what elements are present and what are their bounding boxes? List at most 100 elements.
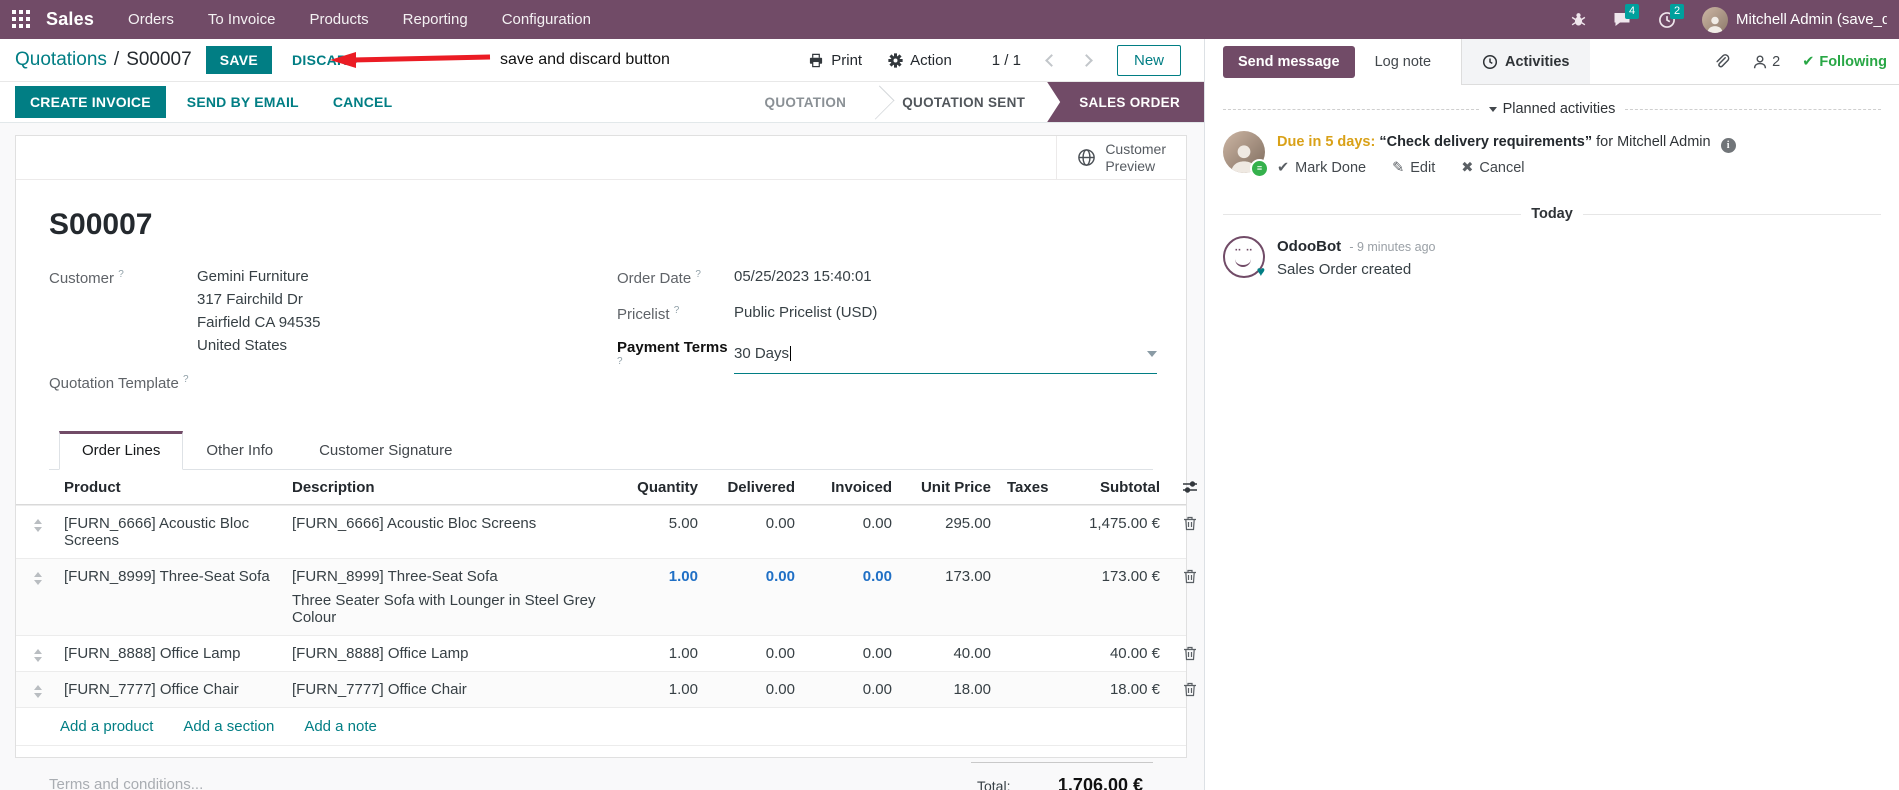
table-add-links: Add a product Add a section Add a note <box>16 707 1186 746</box>
stage-sales-order[interactable]: SALES ORDER <box>1047 82 1204 122</box>
tab-other-info[interactable]: Other Info <box>183 431 296 470</box>
record-title[interactable]: S00007 <box>49 208 1153 242</box>
create-invoice-button[interactable]: CREATE INVOICE <box>15 86 166 118</box>
heart-icon: ♥ <box>1256 263 1265 279</box>
odoobot-avatar[interactable]: ¨ ¨ ♥ <box>1223 236 1265 279</box>
drag-handle-icon[interactable] <box>16 672 60 707</box>
pager-previous-icon[interactable] <box>1045 53 1058 67</box>
print-button[interactable]: Print <box>808 52 862 69</box>
planned-activities-toggle[interactable]: Planned activities <box>1488 101 1615 117</box>
stage-separator-icon <box>868 82 880 122</box>
user-avatar <box>1702 6 1728 33</box>
menu-configuration[interactable]: Configuration <box>502 11 591 28</box>
delete-row-icon[interactable] <box>1164 672 1204 706</box>
today-label: Today <box>1531 206 1573 222</box>
table-row[interactable]: [FURN_8888] Office Lamp [FURN_8888] Offi… <box>16 635 1196 671</box>
customer-label: Customer ? <box>49 269 124 287</box>
terms-and-conditions-field[interactable]: Terms and conditions... <box>49 762 203 790</box>
cancel-activity-button[interactable]: ✖ Cancel <box>1461 160 1524 176</box>
drag-handle-icon[interactable] <box>16 506 60 541</box>
col-invoiced[interactable]: Invoiced <box>799 470 896 504</box>
order-date-field[interactable]: 05/25/2023 15:40:01 <box>734 268 1157 287</box>
activity-item: ≡ Due in 5 days: “Check delivery require… <box>1205 131 1899 178</box>
control-panel: Quotations / S00007 SAVE DISCARD save an… <box>0 39 1204 82</box>
customer-link[interactable]: Gemini Furniture <box>197 268 554 285</box>
action-button[interactable]: Action <box>888 52 952 69</box>
menu-reporting[interactable]: Reporting <box>403 11 468 28</box>
menu-to-invoice[interactable]: To Invoice <box>208 11 276 28</box>
add-a-note-link[interactable]: Add a note <box>304 718 377 735</box>
add-a-section-link[interactable]: Add a section <box>183 718 274 735</box>
activity-assignee: for Mitchell Admin <box>1596 134 1711 150</box>
save-button[interactable]: SAVE <box>205 46 272 74</box>
statusbar: CREATE INVOICE SEND BY EMAIL CANCEL QUOT… <box>0 82 1204 123</box>
cancel-button[interactable]: CANCEL <box>320 86 406 118</box>
annotation-text: save and discard button <box>500 51 670 68</box>
payment-terms-field[interactable]: 30 Days <box>734 338 1157 374</box>
send-by-email-button[interactable]: SEND BY EMAIL <box>174 86 312 118</box>
delete-row-icon[interactable] <box>1164 636 1204 670</box>
add-a-product-link[interactable]: Add a product <box>60 718 153 735</box>
activity-summary: “Check delivery requirements” <box>1379 134 1593 150</box>
table-row[interactable]: [FURN_7777] Office Chair [FURN_7777] Off… <box>16 671 1196 707</box>
send-message-button[interactable]: Send message <box>1223 46 1355 78</box>
app-name[interactable]: Sales <box>46 9 94 30</box>
dropdown-caret-icon[interactable] <box>1147 350 1157 357</box>
menu-products[interactable]: Products <box>309 11 368 28</box>
drag-handle-icon[interactable] <box>16 559 60 594</box>
customer-preview-button[interactable]: Customer Preview <box>1056 136 1186 179</box>
quotation-template-field[interactable] <box>197 373 554 392</box>
breadcrumb: Quotations / S00007 <box>15 49 192 71</box>
debug-bug-icon[interactable] <box>1570 11 1587 28</box>
new-button[interactable]: New <box>1116 44 1181 76</box>
col-quantity[interactable]: Quantity <box>618 470 702 504</box>
table-row[interactable]: [FURN_8999] Three-Seat Sofa [FURN_8999] … <box>16 558 1196 635</box>
activities-clock-icon[interactable]: 2 <box>1658 3 1685 29</box>
drag-handle-icon[interactable] <box>16 636 60 671</box>
customer-address-line: 317 Fairchild Dr <box>197 291 303 308</box>
col-product[interactable]: Product <box>60 470 288 504</box>
delete-row-icon[interactable] <box>1164 506 1204 540</box>
col-unit-price[interactable]: Unit Price <box>896 470 995 504</box>
messages-badge: 4 <box>1625 4 1640 20</box>
table-row[interactable]: [FURN_6666] Acoustic Bloc Screens [FURN_… <box>16 505 1196 558</box>
activity-due: Due in 5 days: <box>1277 134 1376 150</box>
col-description[interactable]: Description <box>288 470 618 504</box>
mark-done-button[interactable]: ✔ Mark Done <box>1277 160 1366 176</box>
pager-next-icon[interactable] <box>1080 53 1093 67</box>
followers-button[interactable]: 2 <box>1752 54 1780 70</box>
delete-row-icon[interactable] <box>1164 559 1204 593</box>
activities-button[interactable]: Activities <box>1462 39 1590 84</box>
stage-widget: QUOTATION QUOTATION SENT SALES ORDER <box>743 82 1204 122</box>
clock-icon <box>1482 54 1498 69</box>
edit-activity-button[interactable]: ✎ Edit <box>1392 160 1435 176</box>
menu-orders[interactable]: Orders <box>128 11 174 28</box>
log-note-button[interactable]: Log note <box>1359 46 1447 78</box>
info-icon[interactable]: i <box>1720 138 1736 153</box>
col-taxes[interactable]: Taxes <box>995 470 1065 504</box>
optional-columns-icon[interactable] <box>1164 470 1204 502</box>
stage-quotation[interactable]: QUOTATION <box>743 82 869 122</box>
message-body: Sales Order created <box>1277 261 1412 278</box>
customer-address-line: United States <box>197 337 288 354</box>
breadcrumb-quotations[interactable]: Quotations <box>15 49 107 71</box>
activity-type-badge-icon: ≡ <box>1250 159 1269 178</box>
messages-icon[interactable]: 4 <box>1613 4 1640 28</box>
col-subtotal[interactable]: Subtotal <box>1065 470 1164 504</box>
message-author[interactable]: OdooBot <box>1277 238 1341 255</box>
following-button[interactable]: ✔ Following <box>1802 54 1887 70</box>
order-date-label: Order Date ? <box>617 269 701 287</box>
pricelist-field[interactable]: Public Pricelist (USD) <box>734 304 1157 323</box>
message-time: - 9 minutes ago <box>1349 240 1436 254</box>
attach-files-icon[interactable] <box>1713 53 1730 70</box>
apps-grid-icon[interactable] <box>12 9 32 30</box>
chatter-panel: Send message Log note Activities 2 ✔ Fol… <box>1205 39 1899 790</box>
activities-badge: 2 <box>1670 3 1685 19</box>
user-menu[interactable]: Mitchell Admin (save_discar <box>1702 6 1887 33</box>
stage-quotation-sent[interactable]: QUOTATION SENT <box>880 82 1047 122</box>
odoo-sales-app: Sales Orders To Invoice Products Reporti… <box>0 0 1899 790</box>
col-delivered[interactable]: Delivered <box>702 470 799 504</box>
tab-order-lines[interactable]: Order Lines <box>59 431 184 470</box>
tab-customer-signature[interactable]: Customer Signature <box>296 431 475 470</box>
pager: 1 / 1 <box>991 51 1021 69</box>
